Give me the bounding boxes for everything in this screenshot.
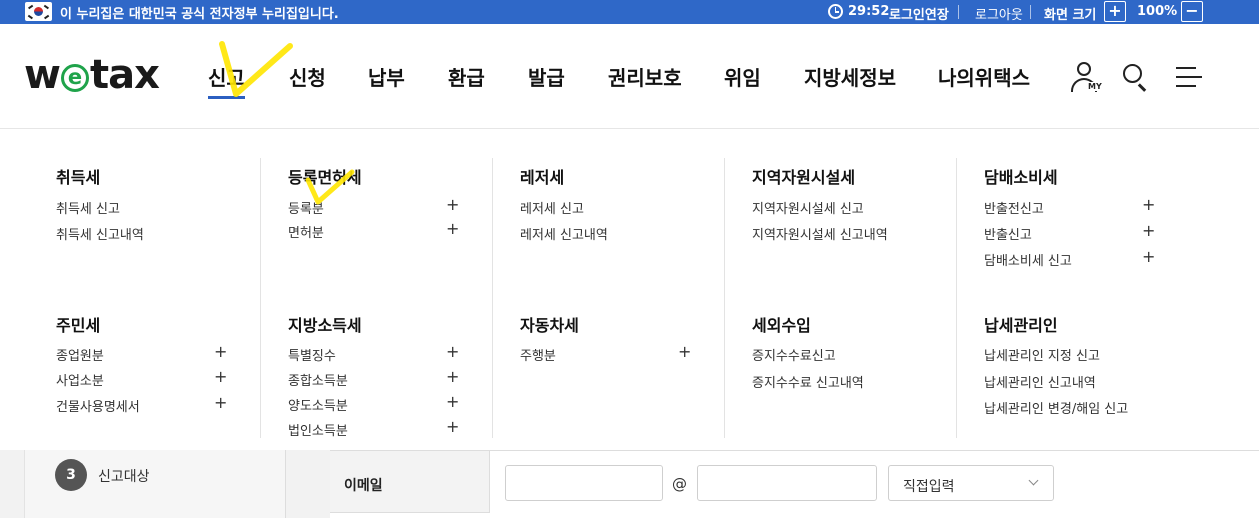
menu-item[interactable]: 면허분 [288,222,324,241]
expand-plus-icon[interactable]: + [446,197,459,213]
menu-item[interactable]: 특별징수 [288,345,336,364]
menu-group-automobile-tax: 자동차세 [520,316,579,335]
nav-issuance[interactable]: 발급 [528,62,565,91]
zoom-value: 100% [1137,4,1178,19]
menu-item[interactable]: 종업원분 [56,345,104,364]
menu-item[interactable]: 증지수수료신고 [752,345,836,364]
menu-item[interactable]: 주행분 [520,345,556,364]
menu-group-tax-administrator: 납세관리인 [984,316,1058,335]
zoom-out-button[interactable]: − [1181,1,1203,22]
expand-plus-icon[interactable]: + [446,221,459,237]
underlying-page: 3 신고대상 이메일 @ 직접입력 [0,450,1259,518]
nav-refund[interactable]: 환급 [448,62,485,91]
menu-item[interactable]: 취득세 신고 [56,198,120,217]
nav-payment[interactable]: 납부 [368,62,405,91]
email-domain-input[interactable] [697,465,877,501]
email-label: 이메일 [344,478,383,494]
email-id-input[interactable] [505,465,663,501]
menu-group-non-tax-revenue: 세외수입 [752,316,811,335]
expand-plus-icon[interactable]: + [1142,249,1155,265]
email-label-cell: 이메일 [330,451,490,513]
logout-button[interactable]: 로그아웃 [975,4,1023,23]
expand-plus-icon[interactable]: + [678,344,691,360]
menu-item[interactable]: 사업소분 [56,370,104,389]
menu-item[interactable]: 법인소득분 [288,420,348,439]
zoom-label: 화면 크기 [1044,8,1097,23]
report-mega-menu: 취득세 취득세 신고 취득세 신고내역 등록면허세 등록분 + 면허분 + 레저… [0,130,1259,450]
menu-item[interactable]: 담배소비세 신고 [984,250,1072,269]
menu-item[interactable]: 반출전신고 [984,198,1044,217]
korea-flag-icon [25,2,52,21]
expand-plus-icon[interactable]: + [446,369,459,385]
expand-plus-icon[interactable]: + [1142,197,1155,213]
login-extend-button[interactable]: 로그인연장 [889,4,949,23]
menu-item[interactable]: 건물사용명세서 [56,396,140,415]
email-domain-select[interactable]: 직접입력 [888,465,1054,501]
menu-group-leisure-tax: 레저세 [520,168,565,187]
expand-plus-icon[interactable]: + [1142,223,1155,239]
nav-report[interactable]: 신고 [208,62,245,99]
menu-group-registration-license-tax: 등록면허세 [288,168,362,187]
menu-item[interactable]: 레저세 신고내역 [520,224,608,243]
clock-icon [828,4,843,19]
gov-banner-text: 이 누리집은 대한민국 공식 전자정부 누리집입니다. [60,7,339,22]
nav-delegation[interactable]: 위임 [724,62,761,91]
menu-item[interactable]: 지역자원시설세 신고 [752,198,864,217]
my-page-icon[interactable]: MY [1070,62,1104,94]
menu-item[interactable]: 납세관리인 신고내역 [984,372,1096,391]
expand-plus-icon[interactable]: + [446,394,459,410]
step-label[interactable]: 신고대상 [98,466,150,486]
menu-item[interactable]: 양도소득분 [288,395,348,414]
nav-apply[interactable]: 신청 [289,62,326,91]
menu-item[interactable]: 취득세 신고내역 [56,224,144,243]
expand-plus-icon[interactable]: + [214,344,227,360]
menu-group-resident-tax: 주민세 [56,316,101,335]
site-header: w e tax 신고 신청 납부 환급 발급 권리보호 위임 지방세정보 나의위택스… [0,24,1259,129]
wetax-logo[interactable]: w e tax [24,52,160,98]
nav-local-tax-info[interactable]: 지방세정보 [804,62,896,91]
menu-item[interactable]: 납세관리인 변경/해임 신고 [984,398,1128,417]
menu-item[interactable]: 종합소득분 [288,370,348,389]
email-form-row: 이메일 @ 직접입력 [330,450,1259,518]
gov-banner: 이 누리집은 대한민국 공식 전자정부 누리집입니다. 29:52 로그인연장 … [0,0,1259,24]
nav-my-wetax[interactable]: 나의위택스 [938,62,1030,91]
step-number-badge: 3 [55,459,87,491]
menu-item[interactable]: 반출신고 [984,224,1032,243]
menu-item[interactable]: 레저세 신고 [520,198,584,217]
expand-plus-icon[interactable]: + [214,395,227,411]
menu-item[interactable]: 지역자원시설세 신고내역 [752,224,888,243]
menu-group-acquisition-tax: 취득세 [56,168,101,187]
expand-plus-icon[interactable]: + [446,344,459,360]
menu-icon[interactable] [1176,67,1202,89]
menu-group-regional-resource-tax: 지역자원시설세 [752,168,856,187]
menu-group-local-income-tax: 지방소득세 [288,316,362,335]
expand-plus-icon[interactable]: + [446,419,459,435]
menu-item[interactable]: 납세관리인 지정 신고 [984,345,1100,364]
expand-plus-icon[interactable]: + [214,369,227,385]
chevron-down-icon [1028,475,1039,486]
menu-item[interactable]: 증지수수료 신고내역 [752,372,864,391]
search-icon[interactable] [1123,64,1149,92]
menu-item[interactable]: 등록분 [288,198,324,217]
at-symbol: @ [672,475,687,493]
zoom-in-button[interactable]: + [1104,1,1126,22]
nav-rights-protection[interactable]: 권리보호 [608,62,682,91]
menu-group-tobacco-tax: 담배소비세 [984,168,1058,187]
session-timer: 29:52 [848,4,890,19]
